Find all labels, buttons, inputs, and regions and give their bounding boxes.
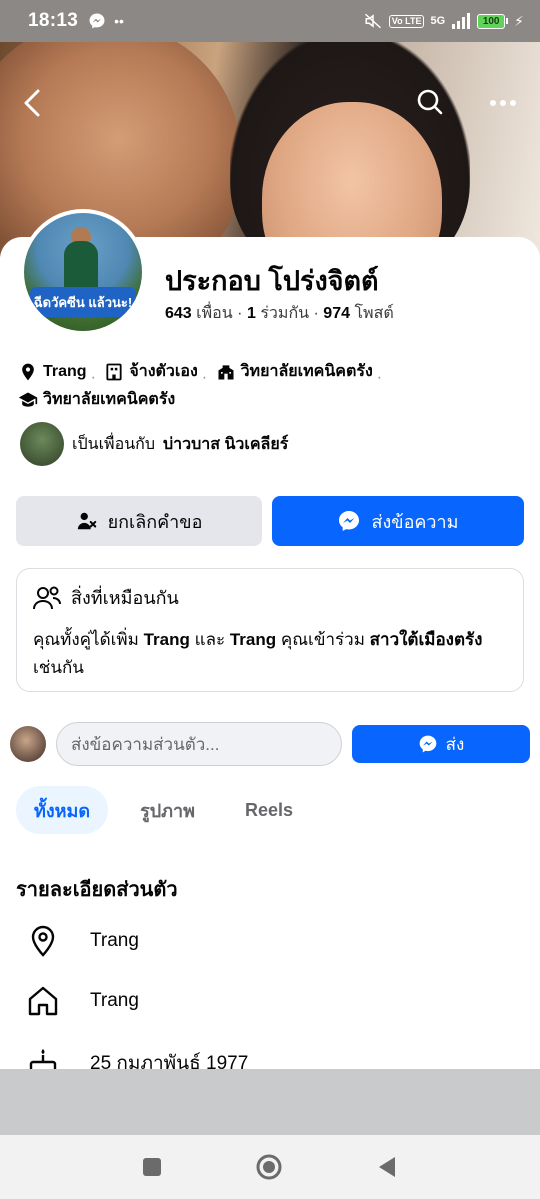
mutual-friend-avatar[interactable]: [20, 422, 64, 466]
charging-icon: ⚡: [514, 12, 524, 29]
home-icon: [28, 986, 58, 1016]
in-common-text-1: คุณทั้งคู่ได้เพิ่ม: [33, 630, 139, 649]
back-arrow-icon: [24, 89, 40, 117]
message-row: ส่งข้อความส่วนตัว... ส่ง: [8, 722, 532, 766]
tab-photos[interactable]: รูปภาพ: [122, 786, 213, 834]
posts-count: 974: [323, 305, 350, 322]
hometown-text: Trang: [90, 990, 139, 1011]
building-icon: [106, 363, 122, 381]
profile-avatar[interactable]: ฉีดวัคซีน แล้วนะ!: [20, 209, 146, 335]
volte-badge: Vo LTE: [388, 14, 425, 28]
bottom-overlay: [0, 1069, 540, 1135]
messenger-icon: [419, 735, 436, 753]
system-nav-bar: [0, 1135, 540, 1199]
location-icon: [31, 925, 55, 957]
status-time: 18:13: [28, 10, 79, 31]
intro-location[interactable]: Trang: [43, 361, 87, 383]
friends-count: 643: [165, 305, 192, 322]
people-icon: [33, 586, 61, 609]
school-icon: [218, 365, 234, 380]
status-bar: 18:13 •• Vo LTE 5G 100 ⚡: [0, 0, 540, 42]
back-button[interactable]: [20, 88, 46, 124]
in-common-card[interactable]: สิ่งที่เหมือนกัน คุณทั้งคู่ได้เพิ่ม Tran…: [16, 568, 524, 692]
profile-stats[interactable]: 643 เพื่อน · 1 ร่วมกัน · 974 โพสต์: [165, 301, 394, 326]
back-nav-button[interactable]: [375, 1155, 399, 1179]
battery-icon: 100: [477, 13, 509, 29]
intro-education-1[interactable]: วิทยาลัยเทคนิคตรัง: [241, 361, 373, 383]
mutual-label: ร่วมกัน: [260, 305, 310, 322]
my-avatar: [10, 726, 46, 762]
in-common-text-3: เช่นกัน: [33, 658, 84, 677]
intro-work[interactable]: จ้างตัวเอง: [129, 361, 197, 383]
cancel-request-label: ยกเลิกคำขอ: [107, 511, 203, 532]
tab-all[interactable]: ทั้งหมด: [16, 786, 109, 834]
messenger-notification-icon: [89, 13, 105, 29]
mutual-friend-row[interactable]: เป็นเพื่อนกับ บ่าวบาส นิวเคลียร์: [20, 422, 288, 466]
in-common-text: คุณทั้งคู่ได้เพิ่ม Trang และ Trang คุณเข…: [33, 626, 507, 682]
signal-icon: [452, 13, 471, 29]
send-button[interactable]: ส่ง: [352, 725, 530, 763]
in-common-place-2[interactable]: Trang: [230, 630, 276, 649]
search-button[interactable]: [416, 88, 444, 122]
private-message-input[interactable]: ส่งข้อความส่วนตัว...: [56, 722, 342, 766]
send-label: ส่ง: [445, 734, 465, 754]
mute-icon: [364, 13, 381, 29]
profile-tabs: ทั้งหมด รูปภาพ Reels: [16, 786, 311, 834]
location-icon: [22, 363, 34, 381]
in-common-place-1[interactable]: Trang: [144, 630, 190, 649]
friends-label: เพื่อน: [196, 305, 233, 322]
search-icon: [417, 89, 443, 115]
graduation-icon: [18, 392, 38, 407]
tab-reels[interactable]: Reels: [227, 786, 311, 834]
intro-line: Trang · จ้างตัวเอง · วิทยาลัยเทคนิคตรัง …: [18, 361, 528, 417]
details-title: รายละเอียดส่วนตัว: [16, 879, 178, 901]
more-icon: [490, 100, 516, 106]
in-common-and: และ: [194, 630, 226, 649]
detail-hometown[interactable]: Trang: [26, 984, 139, 1018]
in-common-title: สิ่งที่เหมือนกัน: [71, 588, 179, 608]
mutual-count: 1: [246, 305, 256, 322]
in-common-group[interactable]: สาวใต้เมืองตรัง: [370, 630, 483, 649]
posts-label: โพสต์: [354, 305, 394, 322]
recent-apps-button[interactable]: [141, 1156, 163, 1178]
more-options-button[interactable]: [488, 88, 518, 124]
send-message-label: ส่งข้อความ: [371, 511, 459, 532]
network-label: 5G: [430, 15, 446, 27]
current-city-text: Trang: [90, 930, 139, 951]
send-message-button[interactable]: ส่งข้อความ: [272, 496, 524, 546]
profile-name: ประกอบ โปร่งจิตต์: [165, 266, 379, 296]
mutual-friend-prefix: เป็นเพื่อนกับ: [72, 435, 155, 453]
intro-education-2[interactable]: วิทยาลัยเทคนิคตรัง: [43, 389, 175, 411]
home-button[interactable]: [255, 1153, 283, 1181]
battery-level: 100: [477, 13, 506, 29]
cancel-request-button[interactable]: ยกเลิกคำขอ: [16, 496, 262, 546]
avatar-banner-text: ฉีดวัคซีน แล้วนะ!: [30, 287, 136, 317]
mutual-friend-name[interactable]: บ่าวบาส นิวเคลียร์: [163, 432, 288, 457]
detail-current-city[interactable]: Trang: [26, 924, 139, 958]
more-notifications-icon: ••: [114, 13, 124, 29]
person-cancel-icon: [77, 512, 96, 530]
messenger-icon: [339, 511, 360, 531]
in-common-text-2: คุณเข้าร่วม: [280, 630, 365, 649]
